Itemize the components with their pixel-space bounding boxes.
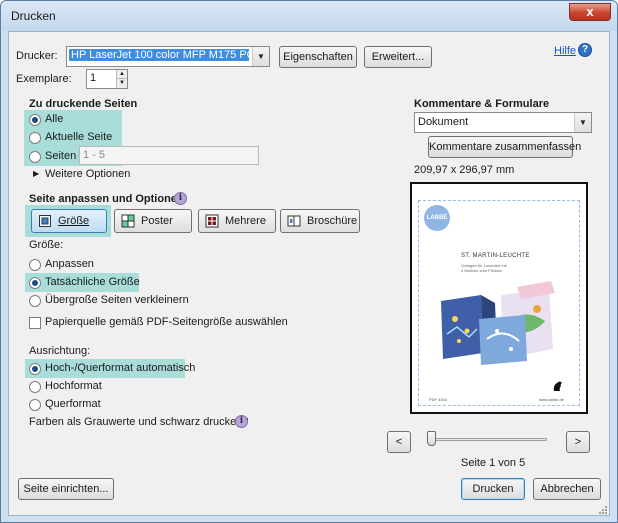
- shrink-label: Übergroße Seiten verkleinern: [45, 294, 189, 306]
- lantern-photo: [441, 281, 555, 365]
- properties-button[interactable]: Eigenschaften: [279, 46, 357, 68]
- orientation-auto-option[interactable]: Hoch-/Querformat automatisch: [29, 361, 195, 377]
- stepper-down-icon[interactable]: ▼: [116, 79, 127, 88]
- page-size-icon: [39, 215, 51, 227]
- window-title: Drucken: [11, 9, 56, 23]
- next-page-button[interactable]: >: [566, 431, 590, 453]
- more-options-toggle[interactable]: Weitere Optionen: [45, 168, 130, 180]
- printer-select[interactable]: HP LaserJet 100 color MFP M175 PCL6 (Kop…: [66, 46, 270, 67]
- chevron-down-icon: ▼: [574, 113, 591, 132]
- copies-value: 1: [90, 72, 97, 84]
- tab-booklet[interactable]: Broschüre: [280, 209, 360, 233]
- orientation-landscape-option[interactable]: Querformat: [29, 397, 119, 413]
- page-dimensions: 209,97 x 296,97 mm: [414, 164, 515, 176]
- close-button[interactable]: x: [569, 3, 611, 21]
- stepper-up-icon[interactable]: ▲: [116, 70, 127, 79]
- pages-all-option[interactable]: Alle: [29, 112, 109, 128]
- fit-heading: Seite anpassen und Optionen: [29, 193, 184, 205]
- comments-select[interactable]: Dokument ▼: [414, 112, 592, 133]
- resize-grip-icon[interactable]: [597, 504, 608, 515]
- pages-current-option[interactable]: Aktuelle Seite: [29, 130, 119, 146]
- pages-current-label: Aktuelle Seite: [45, 131, 113, 143]
- zoom-slider-thumb[interactable]: [427, 431, 436, 446]
- actual-size-radio[interactable]: [29, 277, 41, 289]
- size-label: Größe:: [29, 239, 64, 251]
- multiple-pages-icon: [205, 214, 219, 228]
- tab-poster-label: Poster: [141, 215, 173, 227]
- page-status: Seite 1 von 5: [461, 457, 526, 469]
- pages-current-radio[interactable]: [29, 132, 41, 144]
- fit-option[interactable]: Anpassen: [29, 257, 109, 273]
- pages-heading: Zu druckende Seiten: [29, 98, 138, 110]
- title-bar[interactable]: Drucken x: [1, 1, 617, 31]
- orientation-landscape-radio[interactable]: [29, 399, 41, 411]
- print-dialog: Drucken x Drucker: HP LaserJet 100 color…: [0, 0, 618, 523]
- page-range-input[interactable]: 1 - 5: [79, 146, 259, 165]
- orientation-portrait-label: Hochformat: [45, 380, 102, 392]
- poster-icon: [121, 214, 135, 228]
- comments-heading: Kommentare & Formulare: [414, 98, 550, 110]
- tab-size-label: Größe: [58, 215, 90, 227]
- summarize-comments-button[interactable]: Kommentare zusammenfassen: [428, 136, 581, 158]
- preview-page: LABBÉ ST. MARTIN-LEUCHTE Vorlagen für Le…: [418, 200, 580, 406]
- page-range-placeholder: 1 - 5: [83, 149, 106, 161]
- pages-all-radio[interactable]: [29, 114, 41, 126]
- cancel-button[interactable]: Abbrechen: [533, 478, 601, 500]
- help-icon[interactable]: ?: [578, 43, 592, 57]
- info-icon[interactable]: i: [174, 192, 187, 205]
- shrink-option[interactable]: Übergroße Seiten verkleinern: [29, 293, 189, 309]
- dialog-content: Drucker: HP LaserJet 100 color MFP M175 …: [8, 31, 610, 516]
- comments-select-value: Dokument: [418, 116, 469, 128]
- printer-label: Drucker:: [16, 50, 58, 62]
- orientation-landscape-label: Querformat: [45, 398, 101, 410]
- orientation-label: Ausrichtung:: [29, 345, 91, 357]
- page-setup-button[interactable]: Seite einrichten...: [18, 478, 114, 500]
- print-button[interactable]: Drucken: [461, 478, 525, 500]
- pages-all-label: Alle: [45, 113, 64, 125]
- grayscale-info-icon[interactable]: i: [235, 415, 248, 428]
- orientation-portrait-option[interactable]: Hochformat: [29, 379, 119, 395]
- shrink-radio[interactable]: [29, 295, 41, 307]
- printer-select-value: HP LaserJet 100 color MFP M175 PCL6 (Kop: [69, 49, 249, 61]
- copies-stepper[interactable]: 1 ▲ ▼: [86, 69, 128, 89]
- fit-option-label: Anpassen: [45, 258, 94, 270]
- pages-range-label: Seiten: [45, 150, 77, 162]
- preview-footer-url: www.labbe.de: [539, 397, 564, 402]
- chevron-down-icon: ▼: [252, 47, 269, 66]
- booklet-icon: [287, 215, 301, 227]
- advanced-button[interactable]: Erweitert...: [364, 46, 432, 68]
- paper-source-checkbox[interactable]: [29, 317, 41, 329]
- tab-booklet-label: Broschüre: [307, 215, 358, 227]
- grayscale-label: Farben als Grauwerte und schwarz drucken…: [29, 416, 249, 428]
- orientation-auto-radio[interactable]: [29, 363, 41, 375]
- tab-multiple-label: Mehrere: [225, 215, 266, 227]
- tab-multiple[interactable]: Mehrere: [198, 209, 276, 233]
- tab-poster[interactable]: Poster: [114, 209, 192, 233]
- pages-range-radio[interactable]: [29, 151, 41, 163]
- copies-label: Exemplare:: [16, 73, 72, 85]
- preview-title: ST. MARTIN-LEUCHTE: [461, 253, 530, 259]
- actual-size-label: Tatsächliche Größe: [45, 276, 140, 288]
- tab-size[interactable]: Größe: [31, 209, 107, 233]
- zoom-slider-track[interactable]: [429, 438, 547, 441]
- brand-logo: LABBÉ: [424, 205, 450, 231]
- triangle-right-icon[interactable]: ▶: [33, 169, 39, 178]
- preview-footer-code: PDF 4344: [429, 397, 448, 402]
- help-link[interactable]: Hilfe: [554, 45, 576, 57]
- prev-page-button[interactable]: <: [387, 431, 411, 453]
- fit-radio[interactable]: [29, 259, 41, 271]
- actual-size-option[interactable]: Tatsächliche Größe: [29, 275, 140, 291]
- print-preview: LABBÉ ST. MARTIN-LEUCHTE Vorlagen für Le…: [410, 182, 588, 414]
- paper-source-label[interactable]: Papierquelle gemäß PDF-Seitengröße auswä…: [45, 316, 288, 328]
- orientation-portrait-radio[interactable]: [29, 381, 41, 393]
- orientation-auto-label: Hoch-/Querformat automatisch: [45, 362, 196, 374]
- raven-logo-icon: [553, 381, 562, 391]
- preview-subtitle-2: 4 Motiven zum Prickeln: [461, 268, 503, 273]
